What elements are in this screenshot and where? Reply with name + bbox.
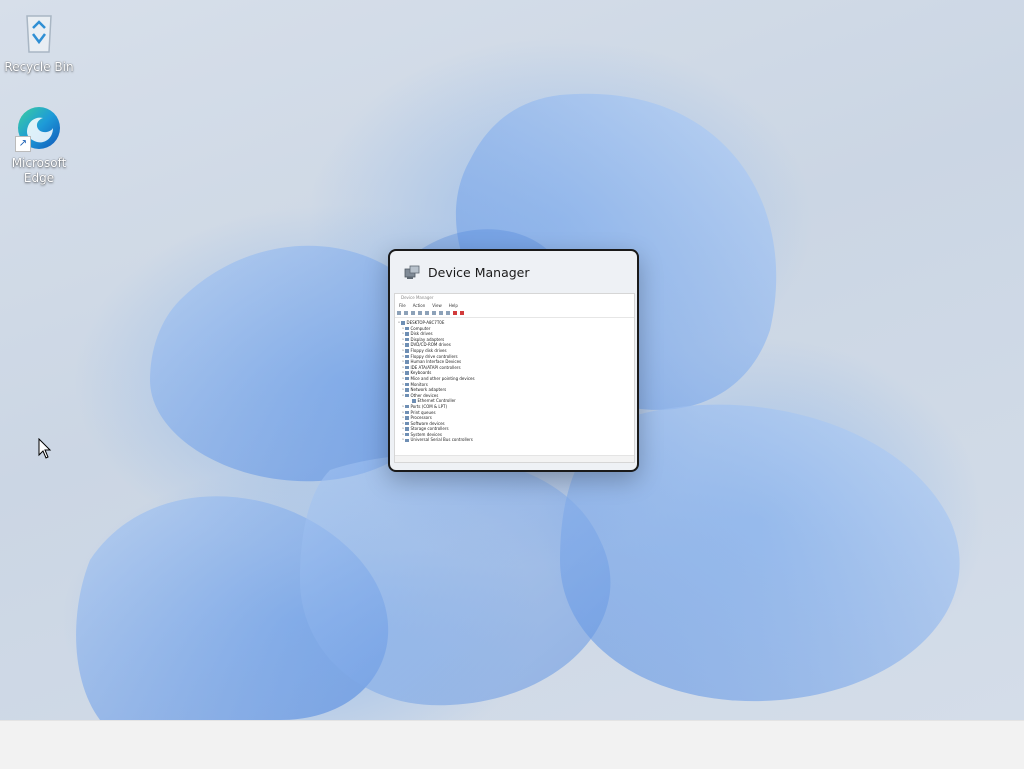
- uninstall-device-icon: [453, 311, 457, 315]
- device-category-icon: [405, 416, 409, 420]
- menu-help: Help: [448, 303, 458, 308]
- device-manager-icon: [404, 264, 420, 280]
- switcher-window-title: Device Manager: [428, 264, 530, 280]
- desktop-icon-microsoft-edge[interactable]: ↗ Microsoft Edge: [1, 104, 77, 186]
- device-category-icon: [405, 438, 409, 443]
- device-category-icon: [405, 337, 409, 342]
- task-switcher-card[interactable]: Device Manager Device Manager File Actio…: [388, 249, 639, 472]
- recycle-bin-icon: [15, 8, 63, 56]
- switcher-header: Device Manager: [390, 251, 637, 293]
- device-category-icon: [405, 371, 409, 375]
- properties-icon: [411, 311, 415, 315]
- mouse-pointer-icon: [38, 437, 52, 464]
- window-thumbnail: Device Manager File Action View Help v DE…: [394, 293, 635, 463]
- device-category-icon: [405, 326, 409, 331]
- remove-icon: [460, 311, 464, 315]
- device-category-icon: [405, 393, 409, 398]
- thumbnail-toolbar: [395, 309, 634, 318]
- device-category-icon: [405, 432, 409, 437]
- device-category-icon: [412, 399, 416, 403]
- device-category-icon: [405, 388, 409, 392]
- device-tree-item: > Universal Serial Bus controllers: [395, 437, 634, 443]
- device-category-icon: [405, 410, 409, 415]
- device-category-icon: [405, 421, 409, 426]
- menu-action: Action: [412, 303, 426, 308]
- device-category-icon: [405, 349, 409, 353]
- desktop-icon-label: Recycle Bin: [4, 60, 74, 74]
- device-category-icon: [401, 321, 405, 325]
- update-driver-icon: [432, 311, 436, 315]
- forward-icon: [404, 311, 408, 315]
- menu-view: View: [432, 303, 442, 308]
- scan-hardware-icon: [425, 311, 429, 315]
- taskbar[interactable]: [0, 720, 1024, 769]
- edge-icon: ↗: [15, 104, 63, 152]
- device-category-icon: [405, 343, 409, 347]
- device-category-icon: [405, 354, 409, 359]
- device-category-icon: [405, 382, 409, 387]
- device-tree-label: Universal Serial Bus controllers: [410, 437, 473, 443]
- help-icon: [418, 311, 422, 315]
- device-category-icon: [405, 365, 409, 370]
- thumbnail-menu-bar: File Action View Help: [395, 302, 634, 309]
- device-category-icon: [405, 360, 409, 364]
- monitor-icon: [439, 311, 443, 315]
- desktop-icon-label: Microsoft Edge: [11, 156, 67, 185]
- device-category-icon: [405, 376, 409, 381]
- device-category-icon: [405, 404, 409, 409]
- back-icon: [397, 311, 401, 315]
- disable-device-icon: [446, 311, 450, 315]
- thumbnail-status-bar: [395, 455, 634, 462]
- device-category-icon: [405, 427, 409, 431]
- device-category-icon: [405, 332, 409, 336]
- thumbnail-title-bar: Device Manager: [401, 295, 434, 300]
- desktop-icon-recycle-bin[interactable]: Recycle Bin: [1, 8, 77, 75]
- shortcut-arrow-icon: ↗: [15, 136, 31, 152]
- menu-file: File: [399, 303, 406, 308]
- device-tree: v DESKTOP-A8C7T0E > Computer > Disk drives > Di…: [395, 318, 634, 443]
